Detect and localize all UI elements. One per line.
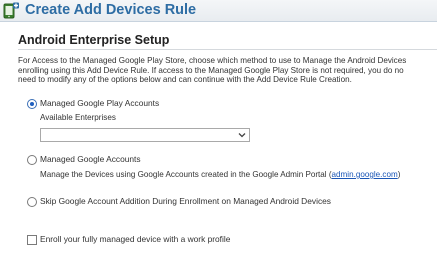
skip-google-account-radio[interactable]: [27, 197, 37, 207]
chevron-down-icon: [238, 133, 246, 138]
page-title: Create Add Devices Rule: [25, 2, 197, 18]
note-text: Manage the Devices using Google Accounts…: [40, 170, 332, 179]
page-header: Create Add Devices Rule: [0, 0, 437, 21]
description-line: need to modify any of the options below …: [18, 75, 352, 84]
managed-google-accounts-note: Manage the Devices using Google Accounts…: [40, 170, 400, 180]
admin-google-link[interactable]: admin.google.com: [332, 170, 398, 179]
section-description: For Access to the Managed Google Play St…: [18, 56, 437, 85]
managed-google-accounts-radio[interactable]: [27, 155, 37, 165]
description-line: For Access to the Managed Google Play St…: [18, 56, 407, 65]
description-line: enrolling using this Add Device Rule. If…: [18, 65, 404, 75]
section-divider: [18, 49, 437, 50]
work-profile-label: Enroll your fully managed device with a …: [40, 234, 231, 244]
managed-google-accounts-label: Managed Google Accounts: [40, 154, 141, 164]
add-device-icon: [3, 2, 19, 19]
work-profile-checkbox[interactable]: [27, 235, 37, 245]
header-divider: [0, 21, 437, 22]
managed-play-accounts-label: Managed Google Play Accounts: [40, 98, 160, 108]
note-text-end: ): [397, 170, 401, 179]
available-enterprises-label: Available Enterprises: [40, 113, 116, 122]
skip-google-account-label: Skip Google Account Addition During Enro…: [40, 196, 331, 206]
section-title: Android Enterprise Setup: [18, 33, 170, 47]
managed-play-accounts-radio[interactable]: [27, 99, 37, 109]
available-enterprises-select[interactable]: [40, 128, 250, 142]
